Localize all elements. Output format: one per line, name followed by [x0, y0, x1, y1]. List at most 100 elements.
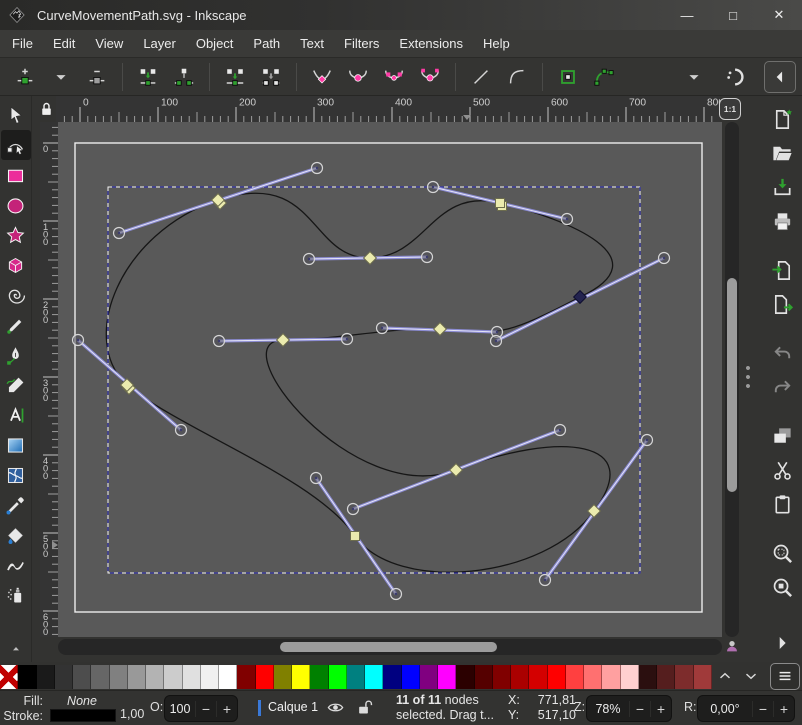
- vertical-scrollbar[interactable]: [725, 122, 739, 637]
- swatch-550000[interactable]: [475, 665, 493, 689]
- swatch-00ffff[interactable]: [365, 665, 383, 689]
- palette-menu-button[interactable]: [770, 663, 800, 690]
- new-document-icon[interactable]: [769, 108, 795, 131]
- object-to-path-icon[interactable]: [554, 63, 582, 91]
- swatch-ff00ff[interactable]: [438, 665, 456, 689]
- tool-spiral-icon[interactable]: [1, 280, 31, 310]
- rotation-value[interactable]: 0,00°: [698, 702, 752, 716]
- palette-scroll-up-icon[interactable]: [712, 665, 738, 687]
- swatch-808000[interactable]: [274, 665, 292, 689]
- swatch-2b0f0f[interactable]: [639, 665, 657, 689]
- zoom-decrease-button[interactable]: −: [629, 701, 650, 717]
- collapse-panel-button[interactable]: [764, 61, 796, 93]
- tool-mesh-icon[interactable]: [1, 460, 31, 490]
- swatch-551e1e[interactable]: [657, 665, 675, 689]
- horizontal-ruler[interactable]: 0100200300400500600700800: [56, 96, 720, 122]
- symmetric-node-icon[interactable]: [380, 63, 408, 91]
- rotation-increase-button[interactable]: +: [773, 701, 794, 717]
- rotation-decrease-button[interactable]: −: [752, 701, 773, 717]
- palette-scroll-down-icon[interactable]: [738, 665, 764, 687]
- canvas[interactable]: [58, 122, 722, 637]
- more-tools-icon[interactable]: [1, 640, 31, 656]
- zoom-selection-icon[interactable]: [769, 542, 795, 565]
- paste-icon[interactable]: [769, 493, 795, 516]
- menu-help[interactable]: Help: [473, 30, 520, 57]
- tool-paint-bucket-icon[interactable]: [1, 520, 31, 550]
- swatch-a03a3a[interactable]: [694, 665, 712, 689]
- delete-segment-icon[interactable]: [257, 63, 285, 91]
- horizontal-scrollbar[interactable]: [58, 639, 722, 655]
- swatch-ffa0a0[interactable]: [602, 665, 620, 689]
- expand-panel-icon[interactable]: [769, 632, 795, 654]
- menu-edit[interactable]: Edit: [43, 30, 85, 57]
- menu-text[interactable]: Text: [290, 30, 334, 57]
- tool-text-icon[interactable]: [1, 400, 31, 430]
- swatch-b3b3b3[interactable]: [146, 665, 164, 689]
- fill-value[interactable]: None: [48, 694, 116, 708]
- swatch-000080[interactable]: [383, 665, 401, 689]
- menu-file[interactable]: File: [2, 30, 43, 57]
- delete-node-icon[interactable]: [83, 63, 111, 91]
- tool-box-3d-icon[interactable]: [1, 250, 31, 280]
- swatch-800000[interactable]: [237, 665, 255, 689]
- opacity-value[interactable]: 100: [165, 702, 195, 716]
- insert-node-icon[interactable]: [11, 63, 39, 91]
- swatch-aa0000[interactable]: [511, 665, 529, 689]
- print-icon[interactable]: [769, 210, 795, 233]
- tool-spray-icon[interactable]: [1, 580, 31, 610]
- swatch-808080[interactable]: [110, 665, 128, 689]
- swatch-000000[interactable]: [18, 665, 36, 689]
- minimize-button[interactable]: —: [664, 0, 710, 30]
- menu-filters[interactable]: Filters: [334, 30, 389, 57]
- swatch-008080[interactable]: [347, 665, 365, 689]
- stroke-color-swatch[interactable]: [50, 709, 116, 722]
- tool-calligraphy-icon[interactable]: [1, 370, 31, 400]
- swatch-999999[interactable]: [128, 665, 146, 689]
- zoom-correction-badge[interactable]: 1:1: [719, 98, 741, 120]
- swatch-e0e0e0[interactable]: [183, 665, 201, 689]
- layer-lock-icon[interactable]: [356, 698, 376, 718]
- swatch-ff0000[interactable]: [548, 665, 566, 689]
- rotation-spinner[interactable]: 0,00° − +: [697, 695, 795, 722]
- swatch-ffffff[interactable]: [219, 665, 237, 689]
- swatch-4d4d4d[interactable]: [73, 665, 91, 689]
- tool-star-icon[interactable]: [1, 220, 31, 250]
- cut-icon[interactable]: [769, 459, 795, 482]
- tool-pen-icon[interactable]: [1, 340, 31, 370]
- swatch-d40000[interactable]: [529, 665, 547, 689]
- curve-segment-icon[interactable]: [503, 63, 531, 91]
- zoom-spinner[interactable]: 78% − +: [586, 695, 672, 722]
- zoom-drawing-icon[interactable]: [769, 576, 795, 599]
- auto-node-icon[interactable]: [416, 63, 444, 91]
- menu-view[interactable]: View: [85, 30, 133, 57]
- zoom-value[interactable]: 78%: [587, 702, 629, 716]
- join-segment-icon[interactable]: [221, 63, 249, 91]
- menu-path[interactable]: Path: [243, 30, 290, 57]
- smooth-node-icon[interactable]: [344, 63, 372, 91]
- save-icon[interactable]: [769, 176, 795, 199]
- break-nodes-icon[interactable]: [170, 63, 198, 91]
- swatch-0000ff[interactable]: [402, 665, 420, 689]
- close-button[interactable]: ✕: [756, 0, 802, 30]
- tool-node-editor-icon[interactable]: [1, 130, 31, 160]
- ruler-lock-icon[interactable]: [36, 97, 56, 121]
- swatch-ffff00[interactable]: [292, 665, 310, 689]
- swatch-ffd0d0[interactable]: [621, 665, 639, 689]
- maximize-button[interactable]: □: [710, 0, 756, 30]
- open-folder-icon[interactable]: [769, 142, 795, 165]
- opacity-increase-button[interactable]: +: [216, 701, 237, 717]
- redo-icon[interactable]: [769, 376, 795, 399]
- zoom-increase-button[interactable]: +: [650, 701, 671, 717]
- swatch-333333[interactable]: [55, 665, 73, 689]
- horizontal-scrollbar-thumb[interactable]: [280, 642, 497, 652]
- join-nodes-icon[interactable]: [134, 63, 162, 91]
- export-icon[interactable]: [769, 293, 795, 316]
- duplicate-icon[interactable]: [769, 425, 795, 448]
- tool-rectangle-icon[interactable]: [1, 160, 31, 190]
- opacity-spinner[interactable]: 100 − +: [164, 695, 238, 722]
- swatch-none[interactable]: [0, 665, 18, 689]
- vertical-scrollbar-thumb[interactable]: [727, 278, 737, 492]
- undo-icon[interactable]: [769, 342, 795, 365]
- swatch-ff0000[interactable]: [256, 665, 274, 689]
- layer-visibility-eye-icon[interactable]: [326, 698, 346, 718]
